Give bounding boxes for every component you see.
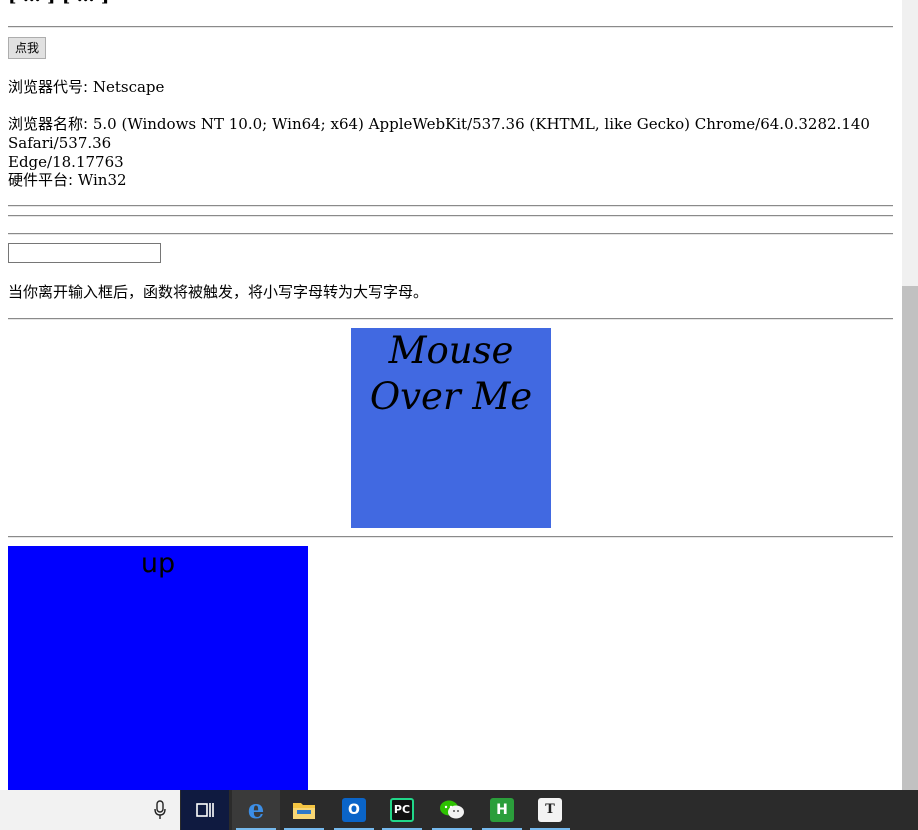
mouse-over-box[interactable]: Mouse Over Me — [351, 328, 551, 528]
divider — [8, 536, 893, 538]
click-me-button[interactable]: 点我 — [8, 37, 47, 59]
taskbar-wechat[interactable] — [428, 790, 476, 830]
up-box-text: up — [140, 548, 176, 579]
uppercase-hint-text: 当你离开输入框后，函数将被触发，将小写字母转为大写字母。 — [8, 283, 429, 301]
hbuilder-icon: H — [490, 798, 514, 822]
mouse-up-down-box[interactable]: up — [8, 546, 308, 790]
task-view-icon — [196, 803, 214, 817]
taskbar-hbuilder[interactable]: H — [478, 790, 526, 830]
browser-name-value: 5.0 (Windows NT 10.0; Win64; x64) AppleW… — [8, 115, 870, 152]
platform-label: 硬件平台: — [8, 171, 74, 189]
browser-code-value: Netscape — [92, 78, 165, 96]
platform-line: 硬件平台: Win32 — [8, 171, 127, 190]
file-explorer-icon — [293, 803, 315, 819]
pycharm-icon: PC — [390, 798, 414, 822]
browser-name-line: 浏览器名称: 5.0 (Windows NT 10.0; Win64; x64)… — [8, 115, 893, 172]
wechat-icon — [440, 800, 464, 819]
divider — [8, 26, 893, 28]
browser-code-line: 浏览器代号: Netscape — [8, 78, 164, 97]
divider — [8, 318, 893, 320]
taskbar-typora[interactable]: T — [526, 790, 574, 830]
divider — [8, 215, 893, 217]
microphone-icon[interactable] — [152, 800, 168, 820]
taskbar-outlook[interactable]: O — [330, 790, 378, 830]
uppercase-text-input[interactable] — [8, 243, 161, 263]
taskbar-pycharm[interactable]: PC — [378, 790, 426, 830]
divider — [8, 233, 893, 235]
platform-value: Win32 — [77, 171, 127, 189]
taskbar-edge[interactable]: e — [232, 790, 280, 830]
browser-code-label: 浏览器代号: — [8, 78, 89, 96]
divider — [8, 205, 893, 207]
windows-taskbar: e O PC H T — [0, 790, 918, 830]
browser-page: [ … ] [ … ] 点我 浏览器代号: Netscape 浏览器名称: 5.… — [0, 0, 902, 790]
taskbar-search-box[interactable] — [0, 790, 180, 830]
browser-name-label: 浏览器名称: — [8, 115, 89, 133]
cut-off-heading: [ … ] [ … ] — [8, 0, 109, 6]
vertical-scrollbar[interactable] — [902, 0, 918, 790]
browser-name-value-line2: Edge/18.17763 — [8, 153, 124, 171]
scrollbar-thumb[interactable] — [902, 286, 918, 790]
outlook-icon: O — [342, 798, 366, 822]
task-view-button[interactable] — [181, 790, 229, 830]
mouse-over-text: Mouse Over Me — [369, 329, 533, 418]
taskbar-file-explorer[interactable] — [280, 790, 328, 830]
edge-icon: e — [247, 795, 265, 825]
typora-icon: T — [538, 798, 562, 822]
